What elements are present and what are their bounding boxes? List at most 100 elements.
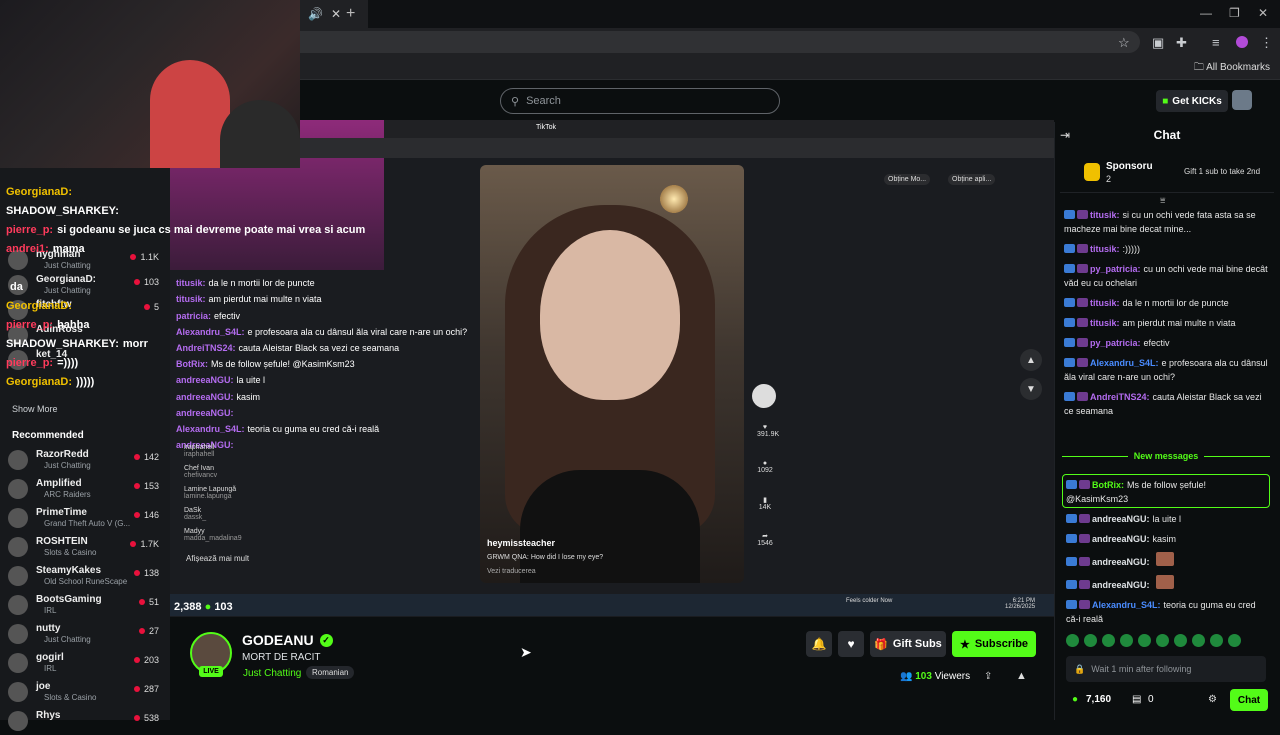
chat-filter-icon[interactable]: ⩸ (1160, 195, 1165, 206)
chat-input[interactable]: 🔒 Wait 1 min after following (1066, 656, 1266, 682)
badge-icon (1064, 392, 1075, 401)
overlay-chat-line: SHADOW_SHARKEY: morr (6, 338, 286, 357)
chat-username[interactable]: titusik: (1090, 318, 1120, 328)
stream-category[interactable]: Just Chatting (243, 668, 301, 679)
inner-browser-tabs: TikTok (384, 120, 1054, 138)
overlay-chat-user: GeorgianaD: (6, 376, 73, 388)
chat-username[interactable]: BotRix: (1092, 480, 1124, 490)
emote-icon[interactable] (1192, 634, 1205, 647)
chat-username[interactable]: titusik: (1090, 244, 1120, 254)
chat-message: Alexandru_S4L: teoria cu guma eu cred că-… (1066, 598, 1268, 626)
emote-icon[interactable] (1156, 634, 1169, 647)
recommended-item[interactable]: ROSHTEIN Slots & Casino 1.7K (8, 535, 163, 561)
streamer-name[interactable]: GODEANU (242, 632, 314, 648)
menu-kebab-icon[interactable]: ⋮ (1260, 35, 1273, 51)
chat-text: da le n mortii lor de puncte (1122, 298, 1229, 308)
emote-icon[interactable] (1120, 634, 1133, 647)
viewer-count: 153 (133, 481, 159, 491)
emote-icon[interactable] (1066, 634, 1079, 647)
notifications-button[interactable]: 🔔 (806, 631, 832, 657)
avatar (8, 595, 28, 615)
close-window-icon[interactable]: ✕ (1258, 6, 1268, 20)
speaker-icon[interactable]: 🔊 (308, 7, 323, 21)
inner-list-handle: chefivancv (184, 472, 218, 479)
bookmark-star-icon[interactable]: ☆ (1118, 35, 1130, 51)
viewer-count-text: 203 (143, 655, 159, 665)
emote-icon[interactable] (1228, 634, 1241, 647)
new-messages-label: New messages (1127, 451, 1205, 461)
emote-icon[interactable] (1174, 634, 1187, 647)
media-icon[interactable]: ≡ (1212, 35, 1220, 50)
new-tab-button[interactable]: + (346, 5, 355, 23)
recommended-item[interactable]: nutty Just Chatting 27 (8, 622, 163, 648)
all-bookmarks[interactable]: 🗀 All Bookmarks (1194, 60, 1270, 77)
viewer-count-text: 138 (143, 568, 159, 578)
profile-icon[interactable] (1236, 36, 1248, 48)
chat-username[interactable]: Alexandru_S4L: (1092, 600, 1161, 610)
recommended-item[interactable]: gogirl IRL 203 (8, 651, 163, 677)
viewer-count: 1.7K (130, 539, 159, 549)
inner-list-handle: iraphahell (184, 451, 215, 458)
chat-input-placeholder: Wait 1 min after following (1091, 664, 1192, 674)
minimize-icon[interactable]: — (1200, 6, 1212, 20)
chat-username[interactable]: andreeaNGU: (1092, 534, 1150, 544)
send-chat-button[interactable]: Chat (1230, 689, 1268, 711)
recommended-item[interactable]: SteamyKakes Old School RuneScape 138 (8, 564, 163, 590)
viewers-number: 103 (915, 671, 932, 682)
channel-name: nutty (36, 623, 61, 634)
sponsor-banner[interactable]: Sponsoru 2 Gift 1 sub to take 2nd (1060, 153, 1274, 193)
channel-name: Amplified (36, 478, 82, 489)
inner-list-handle: dassk_ (184, 514, 207, 521)
recommended-item[interactable]: Rhys 538 (8, 709, 163, 735)
browser-tab-active[interactable]: 🔊 ✕ (300, 0, 368, 28)
address-bar[interactable] (300, 31, 1140, 53)
chat-username[interactable]: titusik: (1090, 210, 1120, 220)
recommended-item[interactable]: PrimeTime Grand Theft Auto V (G... 146 (8, 506, 163, 532)
chat-username[interactable]: py_patricia: (1090, 338, 1141, 348)
overlay-chat-text: =)))) (57, 357, 79, 369)
inner-get-more-button: Obține Mo... (884, 174, 931, 185)
show-more-link[interactable]: Show More (12, 404, 58, 414)
chat-username[interactable]: andreeaNGU: (1092, 514, 1150, 524)
get-kicks-button[interactable]: ■ Get KICKs (1156, 90, 1228, 112)
language-tag[interactable]: Romanian (306, 666, 355, 679)
puzzle-icon[interactable]: ✚ (1176, 35, 1187, 51)
extension-icon[interactable]: ▣ (1152, 35, 1164, 51)
recommended-item[interactable]: Amplified ARC Raiders 153 (8, 477, 163, 503)
gift-subs-button[interactable]: 🎁 Gift Subs (870, 631, 946, 657)
overlay-chat-text: ))))) (76, 376, 95, 388)
emote-icon[interactable] (1084, 634, 1097, 647)
emote-icon[interactable] (1138, 634, 1151, 647)
settings-gear-icon[interactable]: ⚙ (1208, 694, 1217, 705)
overlay-viewers-2: 103 (214, 601, 233, 613)
chat-username[interactable]: andreeaNGU: (1092, 580, 1150, 590)
chat-username[interactable]: AndreiTNS24: (1090, 392, 1150, 402)
maximize-icon[interactable]: ❐ (1229, 6, 1240, 20)
report-icon[interactable]: ▲ (1016, 670, 1027, 682)
search-input[interactable]: ⚲ Search (500, 88, 780, 114)
recommended-item[interactable]: BootsGaming IRL 51 (8, 593, 163, 619)
inner-get-app-button: Obține apli... (948, 174, 996, 185)
overlay-chat-text: da (10, 281, 23, 293)
live-dot-icon (133, 483, 140, 489)
inner-list-item: Chef Ivan chefivancv (184, 465, 334, 486)
chat-username[interactable]: titusik: (1090, 298, 1120, 308)
inner-list-name: Lamine Lapungă (184, 486, 237, 493)
emote-icon[interactable] (1102, 634, 1115, 647)
badge-icon (1064, 358, 1075, 367)
comment-icon: ● (762, 460, 768, 467)
subscribe-label: Subscribe (974, 638, 1029, 650)
channel-category: IRL (44, 664, 57, 673)
chat-text: kasim (1152, 534, 1177, 544)
recommended-item[interactable]: joe Slots & Casino 287 (8, 680, 163, 706)
share-icon[interactable]: ⇪ (984, 671, 992, 682)
emote-icon[interactable] (1210, 634, 1223, 647)
chat-username[interactable]: py_patricia: (1090, 264, 1141, 274)
chat-username[interactable]: andreeaNGU: (1092, 557, 1150, 567)
close-tab-icon[interactable]: ✕ (331, 7, 341, 21)
follow-button[interactable]: ♥ (838, 631, 864, 657)
chat-username[interactable]: Alexandru_S4L: (1090, 358, 1159, 368)
subscribe-button[interactable]: ★ Subscribe (952, 631, 1036, 657)
user-avatar[interactable] (1232, 90, 1252, 110)
recommended-item[interactable]: RazorRedd Just Chatting 142 (8, 448, 163, 474)
